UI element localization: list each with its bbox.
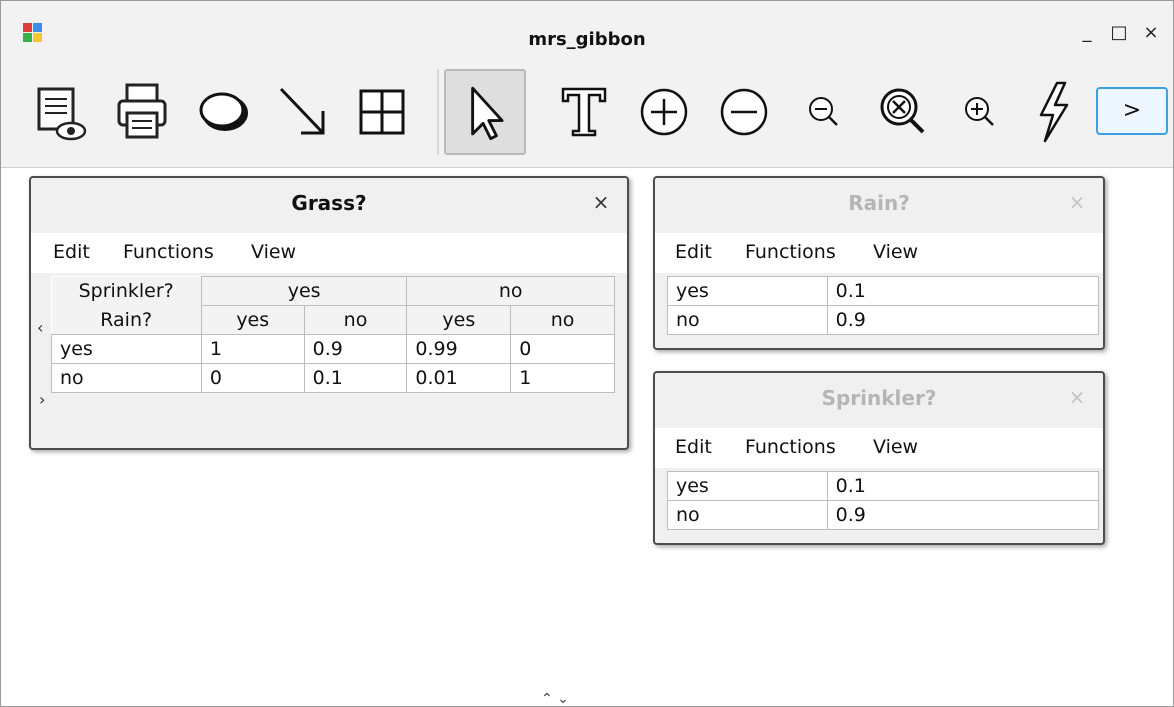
- add-button[interactable]: [629, 69, 699, 155]
- report-view-icon: [37, 87, 87, 141]
- state-label: no: [667, 305, 828, 335]
- toolbar: >: [1, 57, 1173, 168]
- probability-cell[interactable]: 0.1: [826, 471, 1100, 501]
- parent-label-rain: Rain?: [51, 305, 202, 335]
- parent-value-yes: yes: [200, 276, 408, 306]
- plus-circle-icon: [640, 88, 688, 136]
- table-row: no 0 0.1 0.01 1: [51, 363, 615, 393]
- probability-cell[interactable]: 0.99: [406, 334, 512, 364]
- remove-button[interactable]: [709, 69, 779, 155]
- probability-cell[interactable]: 0: [200, 363, 305, 393]
- grass-table-window: Grass? × Edit Functions View ‹ › Sprinkl…: [29, 176, 629, 450]
- parent-value: no: [510, 305, 615, 335]
- printer-icon: [117, 83, 167, 139]
- probability-cell[interactable]: 1: [200, 334, 305, 364]
- text-icon: [561, 87, 607, 137]
- main-window: mrs_gibbon _ □ × > Grass? × Edit Functio…: [0, 0, 1174, 707]
- table-icon: [359, 89, 405, 135]
- parent-header-row: Rain? yes no yes no: [51, 305, 615, 335]
- sprinkler-table-window: Sprinkler? × Edit Functions View yes 0.1…: [653, 371, 1105, 545]
- sprinkler-window-title: Sprinkler?: [821, 386, 937, 410]
- maximize-button[interactable]: □: [1108, 22, 1130, 44]
- scroll-right-icon[interactable]: ›: [39, 390, 45, 409]
- zoom-fit-button[interactable]: [867, 69, 937, 155]
- select-button[interactable]: [444, 69, 526, 155]
- menu-view[interactable]: View: [873, 436, 918, 458]
- rain-probability-table: yes 0.1 no 0.9: [667, 276, 1100, 335]
- table-row: no 0.9: [667, 305, 1100, 335]
- menu-functions[interactable]: Functions: [123, 241, 214, 263]
- print-button[interactable]: [109, 69, 179, 155]
- state-label: no: [667, 500, 828, 530]
- zoom-out-icon: [809, 97, 838, 126]
- parent-header-row: Sprinkler? yes no: [51, 276, 615, 306]
- title-bar: mrs_gibbon _ □ ×: [1, 1, 1173, 57]
- probability-cell[interactable]: 0.9: [826, 500, 1100, 530]
- grass-close-button[interactable]: ×: [589, 190, 613, 214]
- lightning-icon: [1039, 81, 1069, 143]
- table-row: no 0.9: [667, 500, 1100, 530]
- probability-cell[interactable]: 0.1: [826, 276, 1100, 306]
- panel-resize-handle[interactable]: ⌃ ⌄: [541, 691, 569, 707]
- compile-button[interactable]: [1017, 69, 1087, 155]
- zoom-in-icon: [965, 97, 994, 126]
- table-button[interactable]: [347, 69, 417, 155]
- probability-cell[interactable]: 0.1: [303, 363, 408, 393]
- more-tools-button[interactable]: >: [1096, 87, 1168, 135]
- table-row: yes 0.1: [667, 471, 1100, 501]
- table-row: yes 1 0.9 0.99 0: [51, 334, 615, 364]
- text-button[interactable]: [549, 69, 619, 155]
- arc-button[interactable]: [269, 69, 339, 155]
- grass-probability-table: Sprinkler? yes no Rain? yes no yes no ye…: [51, 276, 615, 393]
- node-button[interactable]: [189, 69, 259, 155]
- parent-value: no: [303, 305, 408, 335]
- menu-functions[interactable]: Functions: [745, 241, 836, 263]
- menu-edit[interactable]: Edit: [675, 241, 712, 263]
- network-canvas[interactable]: Grass? × Edit Functions View ‹ › Sprinkl…: [1, 168, 1173, 698]
- arrow-icon: [279, 87, 325, 135]
- parent-value-no: no: [406, 276, 615, 306]
- pointer-icon: [471, 86, 504, 141]
- close-button[interactable]: ×: [1140, 22, 1162, 44]
- probability-cell[interactable]: 0: [510, 334, 615, 364]
- menu-view[interactable]: View: [251, 241, 296, 263]
- rain-table-window: Rain? × Edit Functions View yes 0.1 no 0…: [653, 176, 1105, 350]
- report-view-button[interactable]: [29, 69, 99, 155]
- grass-window-title: Grass?: [291, 191, 367, 215]
- rain-menubar: Edit Functions View: [655, 233, 1103, 273]
- rain-close-button[interactable]: ×: [1065, 190, 1089, 214]
- sprinkler-close-button[interactable]: ×: [1065, 385, 1089, 409]
- probability-cell[interactable]: 0.01: [406, 363, 512, 393]
- state-label: yes: [667, 276, 828, 306]
- grass-menubar: Edit Functions View: [31, 233, 627, 273]
- scroll-left-icon[interactable]: ‹: [37, 318, 43, 337]
- state-label: yes: [51, 334, 202, 364]
- probability-cell[interactable]: 0.9: [826, 305, 1100, 335]
- probability-cell[interactable]: 0.9: [303, 334, 408, 364]
- state-label: yes: [667, 471, 828, 501]
- sprinkler-probability-table: yes 0.1 no 0.9: [667, 471, 1100, 530]
- menu-edit[interactable]: Edit: [675, 436, 712, 458]
- rain-window-title: Rain?: [848, 191, 910, 215]
- minus-circle-icon: [720, 88, 768, 136]
- parent-value: yes: [200, 305, 305, 335]
- minimize-button[interactable]: _: [1076, 22, 1098, 44]
- probability-cell[interactable]: 1: [510, 363, 615, 393]
- zoom-reset-icon: [880, 88, 925, 134]
- table-row: yes 0.1: [667, 276, 1100, 306]
- menu-edit[interactable]: Edit: [53, 241, 90, 263]
- ellipse-icon: [199, 92, 248, 131]
- zoom-out-button[interactable]: [789, 69, 859, 155]
- window-title: mrs_gibbon: [528, 29, 646, 50]
- parent-label-sprinkler: Sprinkler?: [51, 276, 202, 306]
- menu-view[interactable]: View: [873, 241, 918, 263]
- sprinkler-menubar: Edit Functions View: [655, 428, 1103, 468]
- state-label: no: [51, 363, 202, 393]
- menu-functions[interactable]: Functions: [745, 436, 836, 458]
- parent-value: yes: [406, 305, 512, 335]
- zoom-in-button[interactable]: [945, 69, 1015, 155]
- toolbar-separator: [437, 69, 439, 155]
